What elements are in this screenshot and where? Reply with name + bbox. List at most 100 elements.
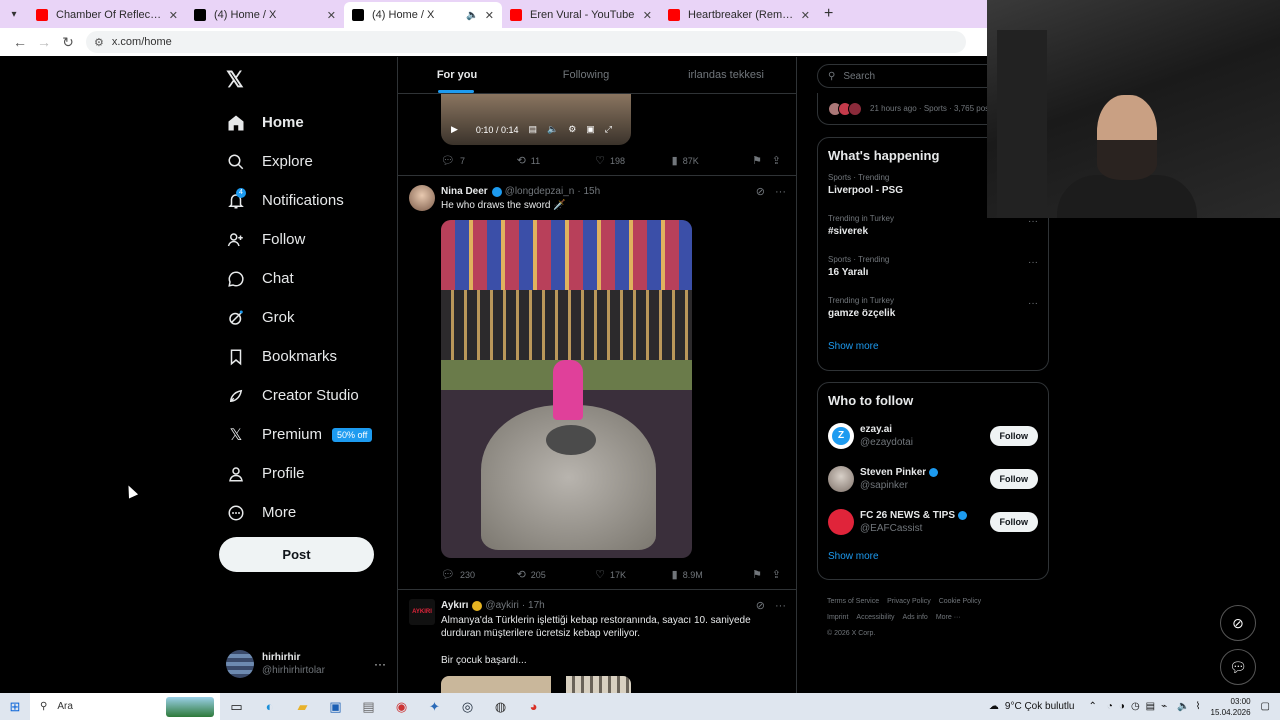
files-icon[interactable]: ▤ bbox=[352, 699, 385, 715]
show-more-link[interactable]: Show more bbox=[818, 543, 1048, 570]
site-info-icon[interactable]: ⚙ bbox=[94, 36, 104, 49]
file-explorer-icon[interactable]: ▰ bbox=[286, 699, 319, 715]
footer-link[interactable]: More ··· bbox=[936, 614, 961, 621]
more-horizontal-icon[interactable]: ··· bbox=[775, 600, 786, 612]
speaker-icon[interactable]: 🔈 bbox=[466, 10, 478, 21]
close-icon[interactable]: ✕ bbox=[801, 9, 810, 22]
repost-button[interactable]: ⟲ 11 bbox=[517, 154, 596, 167]
more-horizontal-icon[interactable]: ··· bbox=[1028, 298, 1038, 309]
play-icon[interactable]: ▶ bbox=[451, 124, 458, 135]
more-horizontal-icon[interactable]: ··· bbox=[1028, 257, 1038, 268]
nav-item-more[interactable]: More bbox=[226, 493, 372, 532]
trend-item[interactable]: Trending in Turkey gamze özçelik ··· bbox=[818, 292, 1048, 333]
reload-icon[interactable]: ↻ bbox=[56, 34, 80, 51]
tweet-media[interactable] bbox=[441, 220, 692, 558]
nav-item-explore[interactable]: Explore bbox=[226, 142, 372, 181]
close-icon[interactable]: ✕ bbox=[485, 9, 494, 22]
windows-start-icon[interactable]: ⊞ bbox=[0, 699, 30, 715]
post-button[interactable]: Post bbox=[219, 537, 374, 572]
tweet-media[interactable] bbox=[566, 676, 631, 693]
show-more-link[interactable]: Show more bbox=[818, 333, 1048, 360]
app-icon[interactable]: ◉ bbox=[385, 699, 418, 715]
pip-icon[interactable]: ▣ bbox=[586, 124, 595, 135]
like-button[interactable]: ♡ 198 bbox=[595, 154, 672, 167]
tab-following[interactable]: Following bbox=[516, 57, 656, 93]
avatar[interactable] bbox=[409, 185, 435, 211]
task-view-icon[interactable]: ▭ bbox=[220, 699, 253, 715]
address-bar[interactable]: ⚙ x.com/home bbox=[86, 31, 966, 53]
grok-fab-button[interactable]: ⊘ bbox=[1220, 605, 1256, 641]
captions-icon[interactable]: ▤ bbox=[528, 124, 537, 135]
bookmark-button[interactable]: ⚑ bbox=[752, 568, 772, 581]
volume-icon[interactable]: 🔈 bbox=[1177, 701, 1189, 712]
author-handle[interactable]: @aykiri bbox=[485, 600, 519, 611]
nav-item-follow[interactable]: Follow bbox=[226, 220, 372, 259]
chrome-icon[interactable]: ◕ bbox=[517, 699, 550, 714]
tweet-time[interactable]: · 17h bbox=[522, 600, 545, 611]
network-icon[interactable]: ⌇ bbox=[1196, 701, 1201, 712]
share-button[interactable]: ⇪ bbox=[772, 568, 786, 581]
footer-link[interactable]: Ads info bbox=[903, 614, 928, 621]
follow-button[interactable]: Follow bbox=[989, 425, 1038, 446]
volume-icon[interactable]: 🔈 bbox=[547, 124, 558, 135]
nav-item-notifications[interactable]: 4 Notifications bbox=[226, 181, 372, 220]
author-name[interactable]: Nina Deer bbox=[441, 186, 488, 197]
close-icon[interactable]: ✕ bbox=[169, 9, 178, 22]
reply-button[interactable]: 💬︎ 7 bbox=[441, 154, 517, 167]
repost-button[interactable]: ⟲ 205 bbox=[517, 568, 596, 581]
forward-icon[interactable]: → bbox=[32, 34, 56, 50]
footer-link[interactable]: Cookie Policy bbox=[939, 598, 981, 605]
nav-item-profile[interactable]: Profile bbox=[226, 454, 372, 493]
fullscreen-icon[interactable]: ⤢ bbox=[605, 124, 612, 135]
tweet-media[interactable] bbox=[441, 676, 551, 693]
nav-item-premium[interactable]: 𝕏 Premium 50% off bbox=[226, 415, 373, 454]
obs-icon[interactable]: ◍ bbox=[484, 699, 517, 715]
tab-irlandas-tekkesi[interactable]: irlandas tekkesi bbox=[656, 57, 796, 93]
browser-tab[interactable]: Chamber Of Reflection - YouTube ✕ bbox=[28, 2, 186, 28]
grok-icon[interactable]: ⊘ bbox=[756, 185, 765, 198]
browser-tab[interactable]: (4) Home / X ✕ bbox=[186, 2, 344, 28]
bookmark-button[interactable]: ⚑ bbox=[752, 154, 772, 167]
tray-icons[interactable]: ◔◑◷▤⌁ bbox=[1107, 701, 1173, 712]
messages-fab-button[interactable]: 💬︎ bbox=[1220, 649, 1256, 685]
follow-button[interactable]: Follow bbox=[989, 468, 1038, 489]
clock[interactable]: 03:00 15.04.2026 bbox=[1211, 696, 1251, 718]
suggested-account[interactable]: FC 26 NEWS & TIPS @EAFCassist Follow bbox=[818, 500, 1048, 543]
x-logo-icon[interactable]: 𝕏 bbox=[226, 67, 244, 93]
tweet-time[interactable]: · 15h bbox=[577, 186, 600, 197]
video-player[interactable] bbox=[441, 94, 631, 145]
trend-item[interactable]: Sports · Trending 16 Yaralı ··· bbox=[818, 251, 1048, 292]
avatar[interactable]: AYKIRI bbox=[409, 599, 435, 625]
vpn-icon[interactable]: ✦ bbox=[418, 699, 451, 715]
outlook-icon[interactable]: ▣ bbox=[319, 699, 352, 715]
settings-icon[interactable]: ⚙ bbox=[568, 124, 576, 135]
views-button[interactable]: ▮ 8.9M bbox=[672, 568, 752, 581]
nav-item-home[interactable]: Home bbox=[226, 103, 372, 142]
browser-tab-active[interactable]: (4) Home / X 🔈 ✕ bbox=[344, 2, 502, 28]
nav-item-grok[interactable]: Grok bbox=[226, 298, 372, 337]
weather-text[interactable]: 9°C Çok bulutlu bbox=[1005, 701, 1075, 712]
footer-link[interactable]: Accessibility bbox=[856, 614, 894, 621]
footer-link[interactable]: Imprint bbox=[827, 614, 848, 621]
notifications-icon[interactable]: ▢ bbox=[1261, 701, 1270, 712]
back-icon[interactable]: ← bbox=[8, 34, 32, 50]
tray-chevron-icon[interactable]: ⌃ bbox=[1088, 701, 1096, 712]
edge-icon[interactable]: ◐ bbox=[253, 699, 286, 714]
suggested-account[interactable]: Steven Pinker @sapinker Follow bbox=[818, 457, 1048, 500]
taskbar-search[interactable]: ⚲ Ara bbox=[30, 693, 220, 720]
tab-for-you[interactable]: For you bbox=[398, 57, 516, 93]
follow-button[interactable]: Follow bbox=[989, 511, 1038, 532]
grok-icon[interactable]: ⊘ bbox=[756, 599, 765, 612]
footer-link[interactable]: Terms of Service bbox=[827, 598, 879, 605]
steam-icon[interactable]: ◎ bbox=[451, 699, 484, 715]
author-name[interactable]: Aykırı bbox=[441, 600, 468, 611]
suggested-account[interactable]: Z ezay.ai @ezaydotai Follow bbox=[818, 414, 1048, 457]
nav-item-creator-studio[interactable]: Creator Studio bbox=[226, 376, 372, 415]
more-horizontal-icon[interactable]: ··· bbox=[775, 186, 786, 198]
close-icon[interactable]: ✕ bbox=[643, 9, 652, 22]
footer-link[interactable]: Privacy Policy bbox=[887, 598, 931, 605]
browser-tab[interactable]: Eren Vural - YouTube ✕ bbox=[502, 2, 660, 28]
new-tab-button[interactable]: + bbox=[824, 5, 833, 23]
close-icon[interactable]: ✕ bbox=[327, 9, 336, 22]
like-button[interactable]: ♡ 17K bbox=[595, 568, 672, 581]
